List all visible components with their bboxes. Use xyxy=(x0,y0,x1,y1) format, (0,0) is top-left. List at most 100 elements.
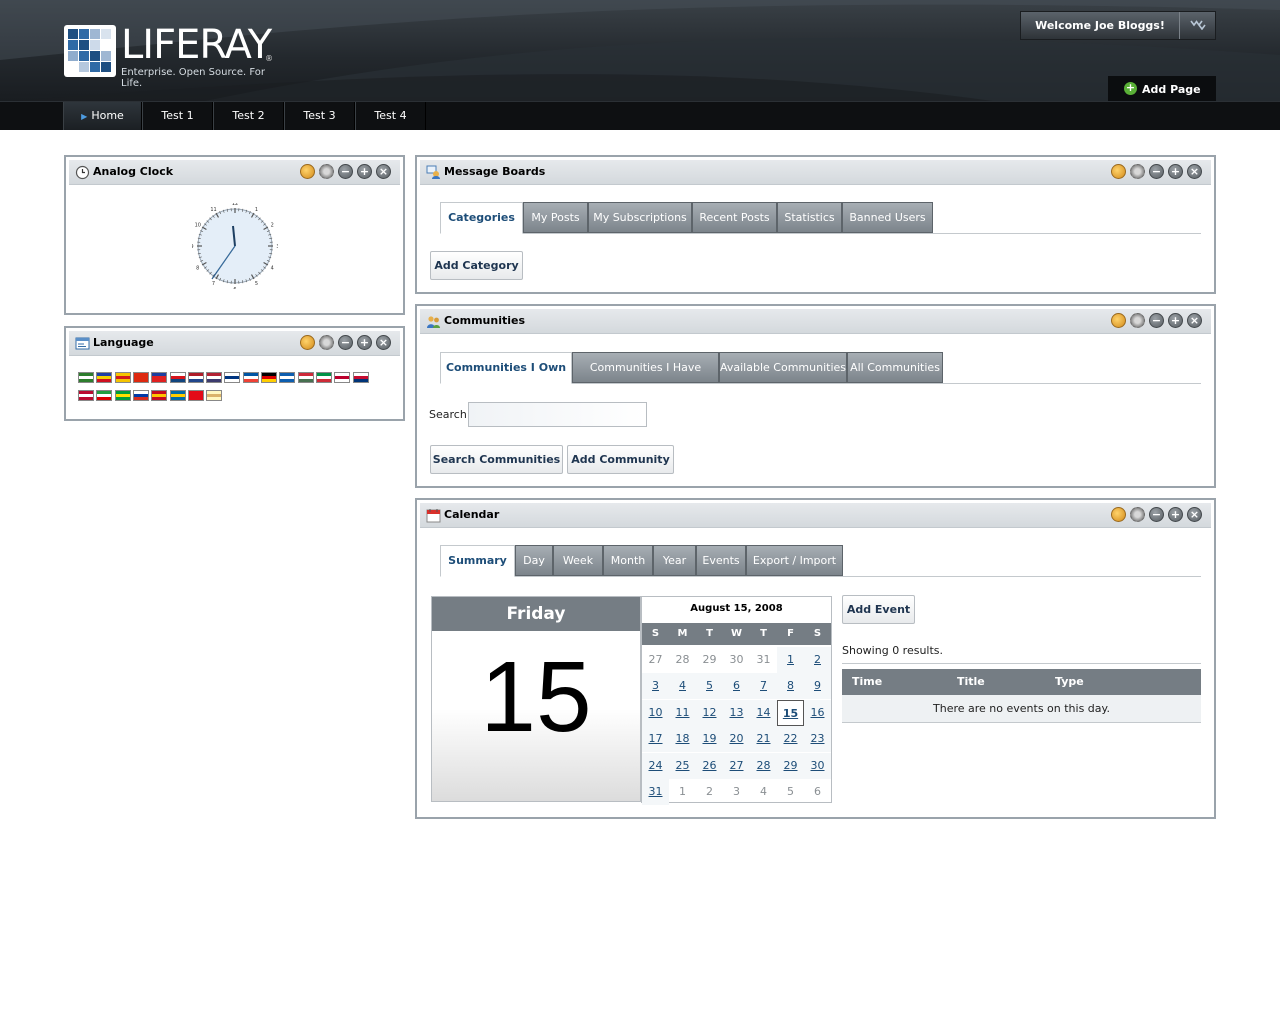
configuration-gear-icon[interactable] xyxy=(319,335,334,350)
tab-banned-users[interactable]: Banned Users xyxy=(842,202,933,233)
calendar-day[interactable]: 19 xyxy=(696,726,723,753)
portlet-titlebar[interactable]: Communities − + × xyxy=(420,309,1211,334)
calendar-day[interactable]: 4 xyxy=(669,673,696,700)
nav-item-test-2[interactable]: Test 2 xyxy=(213,102,284,130)
calendar-day[interactable]: 10 xyxy=(642,699,669,726)
look-and-feel-icon[interactable] xyxy=(1111,313,1126,328)
flag-catalan-andorra-icon[interactable] xyxy=(96,372,113,383)
calendar-day[interactable]: 18 xyxy=(669,726,696,753)
calendar-day[interactable]: 26 xyxy=(696,752,723,779)
close-icon[interactable]: × xyxy=(1187,313,1202,328)
configuration-gear-icon[interactable] xyxy=(319,164,334,179)
flag-russia-icon[interactable] xyxy=(132,390,149,401)
minimize-icon[interactable]: − xyxy=(1149,507,1164,522)
flag-netherlands-icon[interactable] xyxy=(187,372,204,383)
maximize-icon[interactable]: + xyxy=(357,164,372,179)
tab-available-communities[interactable]: Available Communities xyxy=(719,352,847,383)
column-header-time[interactable]: Time xyxy=(852,669,882,695)
calendar-day-today[interactable]: 15 xyxy=(777,699,804,726)
tab-communities-i-own[interactable]: Communities I Own xyxy=(440,352,572,384)
liferay-logo[interactable]: LIFERAY ® Enterprise. Open Source. For L… xyxy=(64,22,284,89)
flag-catalan-icon[interactable] xyxy=(114,372,131,383)
community-search-input[interactable] xyxy=(468,402,647,427)
calendar-day[interactable]: 13 xyxy=(723,699,750,726)
close-icon[interactable]: × xyxy=(1187,507,1202,522)
flag-norway-icon[interactable] xyxy=(78,390,94,401)
tab-export-import[interactable]: Export / Import xyxy=(746,545,843,576)
add-community-button[interactable]: Add Community xyxy=(567,445,674,474)
calendar-day[interactable]: 5 xyxy=(696,673,723,700)
maximize-icon[interactable]: + xyxy=(357,335,372,350)
configuration-gear-icon[interactable] xyxy=(1130,313,1145,328)
flag-china-icon[interactable] xyxy=(132,372,149,383)
flag-germany-icon[interactable] xyxy=(261,372,277,383)
maximize-icon[interactable]: + xyxy=(1168,313,1183,328)
nav-item-test-1[interactable]: Test 1 xyxy=(142,102,213,130)
calendar-day[interactable]: 1 xyxy=(777,647,804,673)
flag-arabic-icon[interactable] xyxy=(78,372,94,383)
tab-events[interactable]: Events xyxy=(696,545,746,576)
tab-statistics[interactable]: Statistics xyxy=(777,202,842,233)
flag-vietnam-icon[interactable] xyxy=(206,390,223,401)
flag-turkey-icon[interactable] xyxy=(187,390,204,401)
flag-korea-icon[interactable] xyxy=(352,372,369,383)
flag-brazil-icon[interactable] xyxy=(114,390,131,401)
tab-categories[interactable]: Categories xyxy=(440,202,523,234)
add-category-button[interactable]: Add Category xyxy=(430,251,523,280)
minimize-icon[interactable]: − xyxy=(338,335,353,350)
look-and-feel-icon[interactable] xyxy=(1111,164,1126,179)
portlet-titlebar[interactable]: Language − + × xyxy=(69,331,400,356)
add-event-button[interactable]: Add Event xyxy=(842,595,915,624)
tab-year[interactable]: Year xyxy=(653,545,696,576)
add-page-button[interactable]: + Add Page xyxy=(1108,76,1216,102)
minimize-icon[interactable]: − xyxy=(338,164,353,179)
tab-communities-i-have-joined[interactable]: Communities I Have Joined xyxy=(572,352,719,404)
tab-week[interactable]: Week xyxy=(553,545,603,576)
maximize-icon[interactable]: + xyxy=(1168,507,1183,522)
column-header-title[interactable]: Title xyxy=(957,669,985,695)
nav-item-home[interactable]: ▶ Home xyxy=(63,102,142,130)
flag-taiwan-icon[interactable] xyxy=(151,372,168,383)
flag-greece-icon[interactable] xyxy=(279,372,296,383)
flag-italy-icon[interactable] xyxy=(315,372,332,383)
flag-hungary-icon[interactable] xyxy=(297,372,314,383)
calendar-day[interactable]: 28 xyxy=(750,752,777,779)
portlet-titlebar[interactable]: Analog Clock − + × xyxy=(69,160,400,185)
look-and-feel-icon[interactable] xyxy=(1111,507,1126,522)
look-and-feel-icon[interactable] xyxy=(300,335,315,350)
tab-day[interactable]: Day xyxy=(515,545,553,576)
calendar-day[interactable]: 9 xyxy=(804,673,831,700)
calendar-day[interactable]: 27 xyxy=(723,752,750,779)
close-icon[interactable]: × xyxy=(376,335,391,350)
calendar-day[interactable]: 6 xyxy=(723,673,750,700)
dock-menu-icon[interactable] xyxy=(1180,12,1216,39)
tab-my-subscriptions[interactable]: My Subscriptions xyxy=(588,202,692,233)
flag-spain-icon[interactable] xyxy=(151,390,168,401)
flag-france-icon[interactable] xyxy=(242,372,259,383)
minimize-icon[interactable]: − xyxy=(1149,313,1164,328)
welcome-text[interactable]: Welcome Joe Bloggs! xyxy=(1021,12,1179,39)
flag-czech-icon[interactable] xyxy=(169,372,186,383)
nav-item-test-3[interactable]: Test 3 xyxy=(284,102,355,130)
calendar-day[interactable]: 29 xyxy=(777,752,804,779)
configuration-gear-icon[interactable] xyxy=(1130,164,1145,179)
maximize-icon[interactable]: + xyxy=(1168,164,1183,179)
calendar-day[interactable]: 30 xyxy=(804,752,831,779)
calendar-day[interactable]: 16 xyxy=(804,699,831,726)
nav-item-test-4[interactable]: Test 4 xyxy=(355,102,426,130)
tab-all-communities[interactable]: All Communities xyxy=(847,352,943,383)
flag-usa-icon[interactable] xyxy=(206,372,223,383)
calendar-day[interactable]: 17 xyxy=(642,726,669,753)
tab-summary[interactable]: Summary xyxy=(440,545,515,577)
calendar-day[interactable]: 24 xyxy=(642,752,669,779)
calendar-day[interactable]: 12 xyxy=(696,699,723,726)
flag-japan-icon[interactable] xyxy=(334,372,351,383)
calendar-day[interactable]: 8 xyxy=(777,673,804,700)
portlet-titlebar[interactable]: Message Boards − + × xyxy=(420,160,1211,185)
portlet-titlebar[interactable]: Calendar − + × xyxy=(420,503,1211,528)
calendar-day[interactable]: 7 xyxy=(750,673,777,700)
calendar-day[interactable]: 14 xyxy=(750,699,777,726)
tab-month[interactable]: Month xyxy=(603,545,653,576)
calendar-day[interactable]: 31 xyxy=(642,779,669,805)
calendar-day[interactable]: 3 xyxy=(642,673,669,700)
